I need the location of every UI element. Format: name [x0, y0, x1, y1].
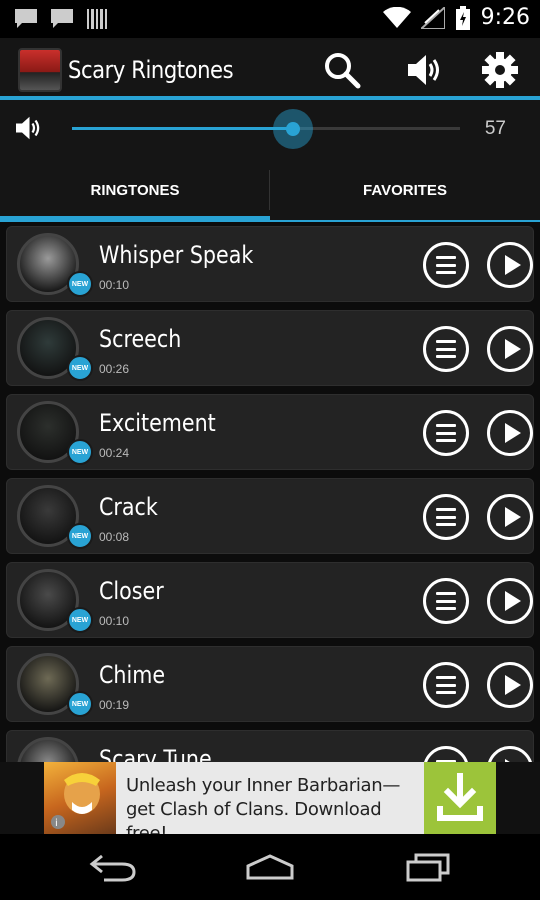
battery-icon — [455, 5, 470, 30]
download-icon — [437, 773, 483, 821]
menu-icon[interactable] — [423, 410, 469, 456]
ringtone-duration: 00:08 — [99, 530, 130, 544]
ad-download-button[interactable] — [424, 762, 496, 834]
ringtone-thumbnail — [17, 737, 79, 762]
play-icon[interactable] — [487, 578, 533, 624]
menu-icon[interactable] — [423, 326, 469, 372]
ringtone-title: Excitement — [99, 409, 216, 437]
new-badge: NEW — [67, 439, 93, 465]
svg-text:i: i — [55, 818, 58, 829]
tab-divider — [269, 170, 270, 210]
new-badge: NEW — [67, 355, 93, 381]
ringtone-duration: 00:10 — [99, 278, 130, 292]
barbarian-icon: i — [51, 773, 100, 829]
ringtone-title: Crack — [99, 493, 158, 521]
ringtone-duration: 00:10 — [99, 614, 130, 628]
notification-icon — [51, 9, 73, 28]
barcode-icon — [87, 9, 107, 29]
ringtone-row[interactable]: NEW Excitement 00:24 — [6, 394, 534, 470]
recents-icon[interactable] — [404, 852, 452, 882]
ringtone-row[interactable]: NEW Screech 00:26 — [6, 310, 534, 386]
ringtone-duration: 00:26 — [99, 362, 130, 376]
notification-icon — [15, 9, 37, 28]
home-icon[interactable] — [244, 852, 296, 882]
status-bar: 9:26 — [0, 0, 540, 38]
ringtone-row[interactable]: NEW Crack 00:08 — [6, 478, 534, 554]
volume-slider[interactable] — [72, 109, 460, 149]
system-tray: 9:26 — [382, 5, 530, 30]
ringtone-row[interactable]: NEW Whisper Speak 00:10 — [6, 226, 534, 302]
play-icon[interactable] — [487, 746, 533, 762]
menu-icon[interactable] — [423, 494, 469, 540]
navigation-bar — [0, 834, 540, 900]
wifi-icon — [382, 6, 411, 28]
volume-slider-thumb[interactable] — [273, 109, 314, 149]
gear-icon[interactable] — [480, 50, 520, 90]
app-logo[interactable] — [18, 48, 62, 92]
volume-control: 57 — [0, 100, 540, 158]
volume-icon — [16, 116, 40, 140]
ad-content[interactable]: i Unleash your Inner Barbarian—get Clash… — [44, 762, 496, 844]
ringtone-title: Whisper Speak — [99, 241, 254, 269]
play-icon[interactable] — [487, 494, 533, 540]
ringtone-title: Screech — [99, 325, 182, 353]
ringtone-duration: 00:19 — [99, 698, 130, 712]
ad-banner[interactable]: i Unleash your Inner Barbarian—get Clash… — [0, 762, 540, 844]
play-icon[interactable] — [487, 410, 533, 456]
tab-bar: RINGTONES FAVORITES — [0, 158, 540, 222]
volume-slider-fill — [72, 127, 294, 130]
clock: 9:26 — [480, 5, 530, 30]
play-icon[interactable] — [487, 242, 533, 288]
ringtone-row[interactable]: NEW Closer 00:10 — [6, 562, 534, 638]
ad-image: i — [44, 762, 116, 834]
signal-icon — [420, 6, 445, 29]
search-icon[interactable] — [322, 50, 362, 90]
menu-icon[interactable] — [423, 662, 469, 708]
play-icon[interactable] — [487, 662, 533, 708]
action-bar: Scary Ringtones — [0, 38, 540, 100]
back-icon[interactable] — [88, 852, 138, 882]
ringtone-list[interactable]: NEW Whisper Speak 00:10 NEW Screech 00:26 NEW E… — [0, 222, 540, 762]
ringtone-duration: 00:24 — [99, 446, 130, 460]
speaker-icon[interactable] — [404, 50, 444, 90]
ringtone-row[interactable]: Scary Tune — [6, 730, 534, 762]
tab-ringtones[interactable]: RINGTONES — [0, 158, 270, 222]
app-title: Scary Ringtones — [68, 56, 234, 84]
notification-area — [14, 8, 108, 30]
ringtone-title: Scary Tune — [99, 745, 212, 762]
play-icon[interactable] — [487, 326, 533, 372]
menu-icon[interactable] — [423, 242, 469, 288]
new-badge: NEW — [67, 607, 93, 633]
new-badge: NEW — [67, 691, 93, 717]
new-badge: NEW — [67, 271, 93, 297]
volume-value: 57 — [484, 118, 506, 139]
ringtone-row[interactable]: NEW Chime 00:19 — [6, 646, 534, 722]
new-badge: NEW — [67, 523, 93, 549]
ringtone-title: Chime — [99, 661, 166, 689]
menu-icon[interactable] — [423, 578, 469, 624]
tab-favorites[interactable]: FAVORITES — [270, 158, 540, 222]
ringtone-title: Closer — [99, 577, 164, 605]
menu-icon[interactable] — [423, 746, 469, 762]
